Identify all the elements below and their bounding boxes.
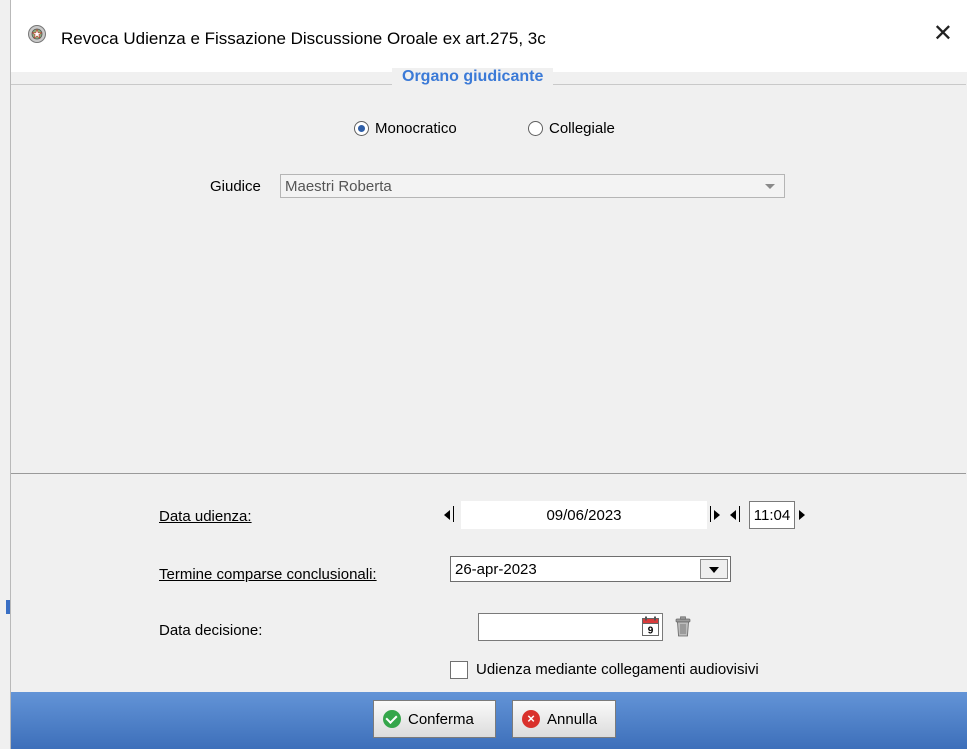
- chevron-down-icon: [765, 184, 775, 189]
- dialog-window: Revoca Udienza e Fissazione Discussione …: [11, 0, 967, 749]
- data-udienza-label: Data udienza:: [159, 508, 252, 525]
- date-prev-arrow-icon[interactable]: [444, 510, 450, 520]
- data-udienza-value: 09/06/2023: [546, 507, 622, 524]
- close-icon[interactable]: ✕: [933, 22, 953, 46]
- date-left-divider: [453, 506, 454, 522]
- giudice-select[interactable]: Maestri Roberta: [280, 174, 785, 198]
- date-right-divider: [710, 506, 711, 522]
- termine-comparse-label: Termine comparse conclusionali:: [159, 566, 377, 583]
- calendar-day: 9: [648, 626, 654, 637]
- background-marker: [6, 600, 10, 614]
- conferma-button[interactable]: Conferma: [373, 700, 496, 738]
- time-left-divider: [739, 506, 740, 522]
- organo-giudicante-panel: [11, 84, 966, 474]
- trash-icon[interactable]: [675, 616, 691, 637]
- conferma-label: Conferma: [408, 710, 474, 728]
- cancel-icon: ×: [522, 710, 540, 728]
- panel-legend: Organo giudicante: [392, 68, 554, 86]
- radio-monocratico[interactable]: Monocratico: [354, 120, 457, 137]
- data-udienza-field[interactable]: 09/06/2023: [461, 501, 707, 529]
- title-bar: Revoca Udienza e Fissazione Discussione …: [11, 0, 967, 72]
- calendar-icon[interactable]: 9: [642, 616, 659, 636]
- ora-udienza-value: 11:04: [753, 507, 791, 524]
- giudice-label: Giudice: [210, 178, 261, 195]
- background-window-edge: [0, 0, 11, 749]
- date-next-arrow-icon[interactable]: [714, 510, 720, 520]
- radio-collegiale-label: Collegiale: [549, 120, 615, 137]
- emblem-icon: [28, 25, 46, 43]
- dropdown-button[interactable]: [700, 559, 728, 579]
- annulla-label: Annulla: [547, 710, 598, 728]
- termine-comparse-select[interactable]: 26-apr-2023: [450, 556, 731, 582]
- audiovisivi-label: Udienza mediante collegamenti audiovisiv…: [476, 661, 759, 678]
- radio-unselected-icon: [528, 121, 543, 136]
- chevron-down-icon: [709, 567, 719, 573]
- radio-monocratico-label: Monocratico: [375, 120, 457, 137]
- window-title: Revoca Udienza e Fissazione Discussione …: [61, 29, 546, 48]
- data-decisione-field[interactable]: [478, 613, 663, 641]
- annulla-button[interactable]: × Annulla: [512, 700, 616, 738]
- termine-comparse-value: 26-apr-2023: [455, 561, 537, 578]
- radio-collegiale[interactable]: Collegiale: [528, 120, 615, 137]
- ora-udienza-field[interactable]: 11:04: [749, 501, 795, 529]
- time-prev-arrow-icon[interactable]: [730, 510, 736, 520]
- time-next-arrow-icon[interactable]: [799, 510, 805, 520]
- giudice-value: Maestri Roberta: [285, 178, 392, 195]
- radio-selected-icon: [354, 121, 369, 136]
- data-decisione-label: Data decisione:: [159, 622, 263, 639]
- check-icon: [383, 710, 401, 728]
- audiovisivi-checkbox[interactable]: [450, 661, 468, 679]
